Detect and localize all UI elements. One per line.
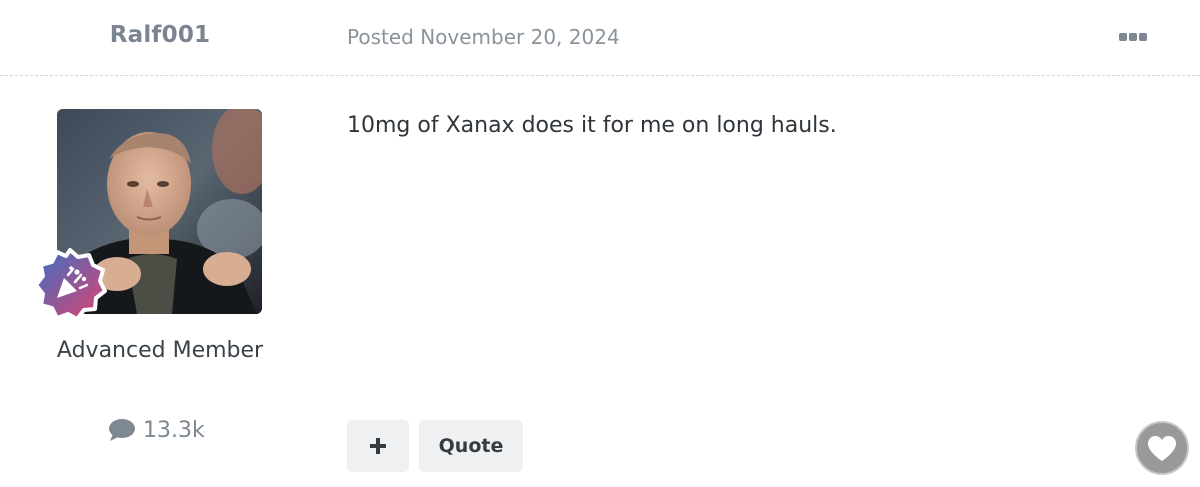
post-count-value: 13.3k [143, 417, 205, 443]
ellipsis-icon [1119, 33, 1147, 41]
forum-post: Ralf001 Posted November 20, 2024 Advance… [0, 0, 1200, 487]
quote-button[interactable]: Quote [419, 420, 523, 472]
member-group-title: Advanced Member [56, 338, 264, 363]
react-button[interactable] [1135, 421, 1189, 475]
party-popper-icon [34, 248, 107, 321]
header-divider [0, 75, 1200, 76]
plus-icon [370, 438, 386, 454]
heart-icon [1148, 435, 1176, 461]
post-menu-button[interactable] [1114, 24, 1152, 50]
post-date: Posted November 20, 2024 [347, 25, 620, 49]
comment-icon [109, 419, 135, 441]
author-name-link[interactable]: Ralf001 [0, 22, 320, 48]
multiquote-button[interactable] [347, 420, 409, 472]
post-content: 10mg of Xanax does it for me on long hau… [347, 113, 837, 138]
rank-badge[interactable] [33, 248, 107, 322]
post-count-link[interactable]: 13.3k [108, 416, 205, 444]
